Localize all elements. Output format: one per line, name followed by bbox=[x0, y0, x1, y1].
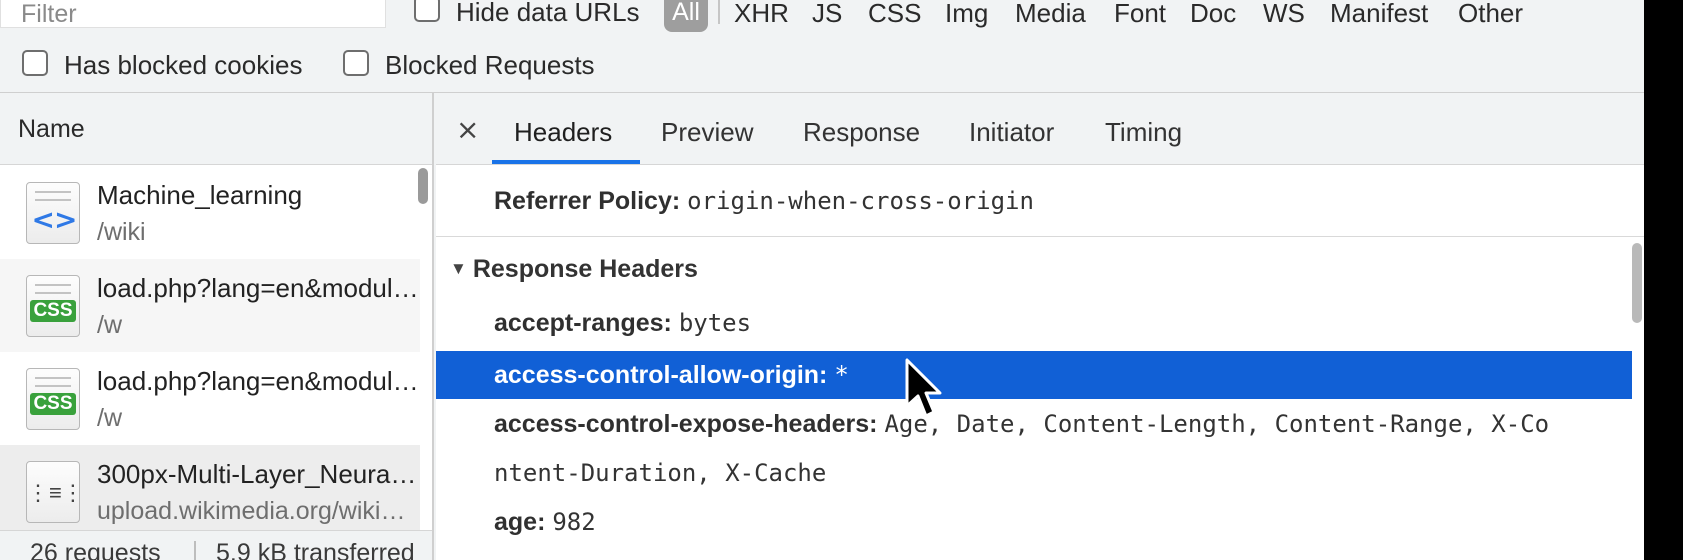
request-list: Name <> Machine_learning /wiki CSS load.… bbox=[0, 93, 434, 560]
header-value: * bbox=[834, 361, 849, 389]
type-filter-doc[interactable]: Doc bbox=[1190, 0, 1236, 29]
tab-timing[interactable]: Timing bbox=[1105, 117, 1182, 148]
type-filter-font[interactable]: Font bbox=[1114, 0, 1166, 29]
name-column-label: Name bbox=[18, 115, 85, 143]
header-row: age: 982 bbox=[494, 508, 596, 537]
type-filter-all[interactable]: All bbox=[664, 0, 708, 32]
header-key: access-control-expose-headers: bbox=[494, 410, 878, 438]
type-filter-media[interactable]: Media bbox=[1015, 0, 1086, 29]
name-column-header[interactable]: Name bbox=[0, 93, 432, 165]
request-name: 300px-Multi-Layer_Neural_Network... bbox=[97, 459, 419, 489]
blocked-requests-checkbox[interactable] bbox=[343, 50, 369, 76]
type-filter-manifest[interactable]: Manifest bbox=[1330, 0, 1428, 29]
header-value: Age, Date, Content-Length, Content-Range… bbox=[884, 410, 1550, 438]
tab-preview[interactable]: Preview bbox=[661, 117, 753, 148]
has-blocked-cookies-checkbox[interactable] bbox=[22, 50, 48, 76]
header-key: access-control-allow-origin: bbox=[494, 361, 828, 389]
type-filter-ws[interactable]: WS bbox=[1263, 0, 1305, 29]
type-filter-img[interactable]: Img bbox=[945, 0, 988, 29]
request-row[interactable]: <> Machine_learning /wiki bbox=[0, 166, 420, 259]
tab-response[interactable]: Response bbox=[803, 117, 920, 148]
image-icon: ⋮≡⋮ bbox=[26, 461, 84, 523]
active-tab-indicator bbox=[492, 160, 640, 164]
type-filter-js[interactable]: JS bbox=[812, 0, 842, 29]
css-icon: CSS bbox=[26, 275, 80, 337]
filter-input[interactable]: Filter bbox=[0, 0, 386, 28]
response-headers-toggle[interactable]: ▼ Response Headers bbox=[450, 255, 698, 284]
section-divider bbox=[436, 236, 1644, 237]
header-value: bytes bbox=[678, 309, 752, 337]
header-value: 982 bbox=[552, 508, 596, 536]
close-icon[interactable]: × bbox=[456, 113, 479, 146]
hide-data-urls-checkbox[interactable] bbox=[414, 0, 440, 22]
tab-headers[interactable]: Headers bbox=[514, 117, 612, 148]
transferred-size: 5.9 kB transferred bbox=[216, 539, 415, 560]
request-name: Machine_learning bbox=[97, 180, 303, 210]
triangle-down-icon: ▼ bbox=[450, 259, 467, 278]
request-details: × Headers Preview Response Initiator Tim… bbox=[436, 93, 1644, 560]
referrer-policy-row: Referrer Policy: origin-when-cross-origi… bbox=[494, 187, 1034, 216]
request-count: 26 requests bbox=[30, 539, 161, 560]
document-icon: <> bbox=[26, 182, 80, 244]
request-row[interactable]: ⋮≡⋮ 300px-Multi-Layer_Neural_Network... … bbox=[0, 445, 420, 538]
css-icon: CSS bbox=[26, 368, 80, 430]
hide-data-urls-label: Hide data URLs bbox=[456, 0, 640, 27]
devtools-network-panel: Filter Hide data URLs All XHR JS CSS Img… bbox=[0, 0, 1644, 560]
type-filter-other[interactable]: Other bbox=[1458, 0, 1523, 29]
type-filter-css[interactable]: CSS bbox=[868, 0, 921, 29]
filter-placeholder: Filter bbox=[21, 0, 77, 28]
header-value: origin-when-cross-origin bbox=[687, 187, 1034, 215]
header-key: accept-ranges: bbox=[494, 309, 672, 337]
request-row[interactable]: CSS load.php?lang=en&modules=... /w bbox=[0, 259, 420, 352]
mouse-pointer-icon bbox=[905, 358, 942, 418]
request-list-scrollbar[interactable] bbox=[418, 168, 428, 204]
request-path: upload.wikimedia.org/wikipedia/... bbox=[97, 497, 419, 525]
type-separator bbox=[718, 0, 720, 24]
header-key: Referrer Policy: bbox=[494, 187, 681, 215]
header-row: access-control-allow-origin: * bbox=[494, 361, 849, 390]
request-name: load.php?lang=en&modules=... bbox=[97, 273, 419, 303]
details-tabs: × Headers Preview Response Initiator Tim… bbox=[436, 93, 1644, 165]
request-path: /wiki bbox=[97, 218, 146, 246]
blocked-requests-label: Blocked Requests bbox=[385, 50, 595, 80]
header-row: access-control-expose-headers: Age, Date… bbox=[494, 410, 1549, 439]
request-name: load.php?lang=en&modules=... bbox=[97, 366, 419, 396]
request-row[interactable]: CSS load.php?lang=en&modules=... /w bbox=[0, 352, 420, 445]
section-title: Response Headers bbox=[472, 255, 698, 283]
header-row-continued: ntent-Duration, X-Cache bbox=[494, 459, 826, 488]
header-value: ntent-Duration, X-Cache bbox=[494, 459, 827, 487]
header-row: accept-ranges: bytes bbox=[494, 309, 751, 338]
has-blocked-cookies-label: Has blocked cookies bbox=[64, 50, 303, 80]
details-scrollbar[interactable] bbox=[1632, 243, 1642, 323]
status-bar: 26 requests 5.9 kB transferred bbox=[0, 530, 432, 560]
header-row-selected[interactable]: access-control-allow-origin: * bbox=[436, 351, 1632, 399]
request-path: /w bbox=[97, 404, 122, 432]
header-key: age: bbox=[494, 508, 546, 536]
request-path: /w bbox=[97, 311, 122, 339]
type-filter-xhr[interactable]: XHR bbox=[734, 0, 789, 29]
tab-initiator[interactable]: Initiator bbox=[969, 117, 1054, 148]
